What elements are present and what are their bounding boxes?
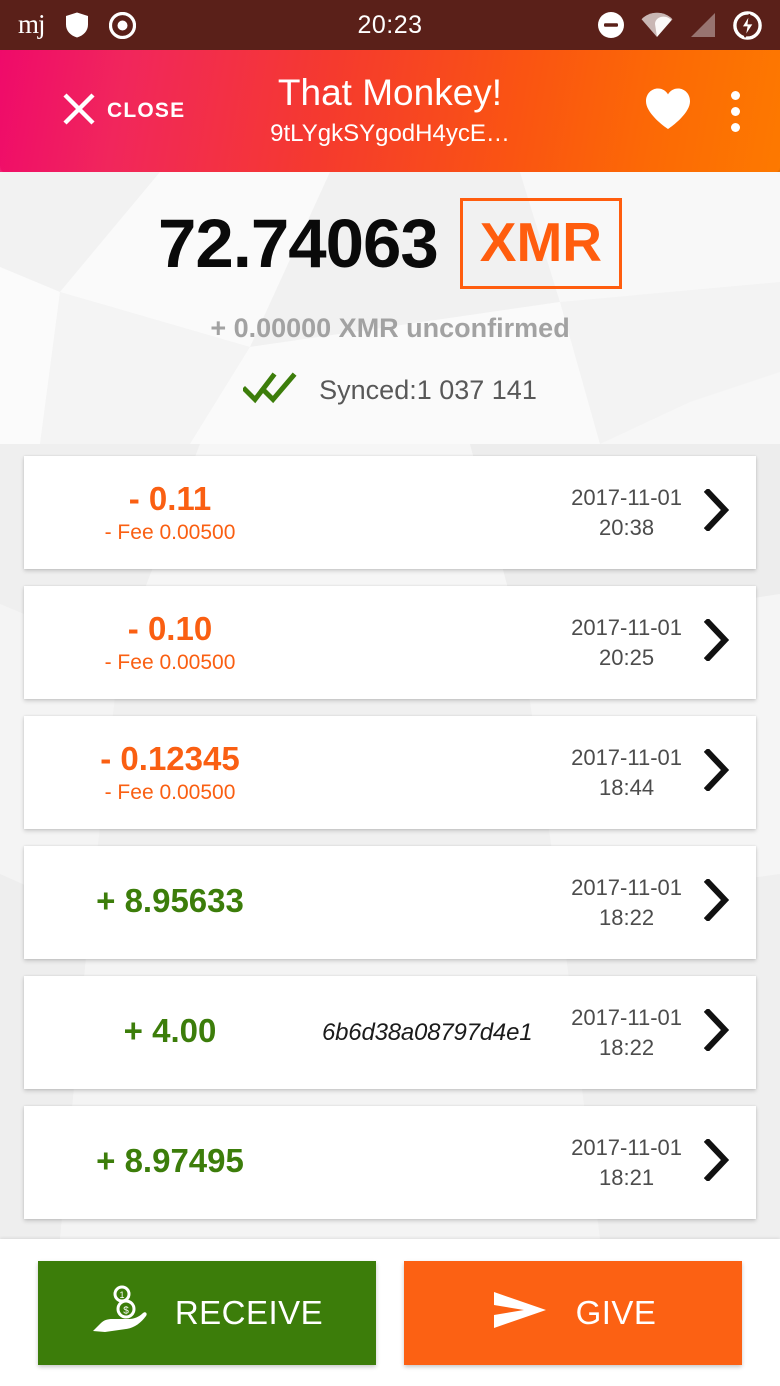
transaction-amount: - 0.11: [128, 480, 212, 518]
overflow-dot: [730, 106, 740, 116]
transaction-datetime: 2017-11-01 18:21: [571, 1133, 682, 1191]
status-bar-left-icons: mj: [18, 8, 136, 39]
chevron-right-icon: [703, 487, 730, 536]
overflow-dot: [730, 90, 740, 100]
cellular-signal-icon: [689, 12, 717, 38]
monerujo-logo-icon: mj: [18, 8, 45, 39]
shield-icon: [65, 12, 89, 38]
balance-amount: 72.74063: [157, 205, 439, 282]
transaction-row[interactable]: + 8.97495 2017-11-01 18:21: [24, 1106, 756, 1219]
transaction-amount-column: - 0.12345 - Fee 0.00500: [24, 740, 316, 805]
transaction-date: 2017-11-01: [571, 615, 682, 641]
transaction-time: 20:38: [599, 514, 655, 540]
app-toolbar: CLOSE That Monkey! 9tLYgkSYgodH4ycE…: [0, 50, 780, 172]
balance-row: 72.74063 XMR: [0, 198, 780, 289]
transaction-row[interactable]: + 4.00 6b6d38a08797d4e1 2017-11-01 18:22: [24, 976, 756, 1089]
transaction-datetime: 2017-11-01 18:44: [571, 743, 682, 801]
sync-status-row: Synced:1 037 141: [0, 372, 780, 409]
toolbar-actions: [644, 87, 752, 136]
transaction-amount: + 8.97495: [96, 1142, 244, 1180]
transaction-amount: - 0.12345: [100, 740, 240, 778]
transaction-list: - 0.11 - Fee 0.00500 2017-11-01 20:38 - …: [0, 456, 780, 1219]
transaction-payment-id: 6b6d38a08797d4e1: [322, 1018, 533, 1046]
chevron-right-icon: [703, 877, 730, 926]
double-check-icon: [241, 372, 297, 409]
close-button-label: CLOSE: [107, 99, 186, 122]
transaction-fee: - Fee 0.00500: [104, 650, 236, 674]
hand-coins-icon: 1 $: [91, 1285, 149, 1340]
transaction-amount-column: + 4.00: [24, 1012, 316, 1053]
transaction-date: 2017-11-01: [571, 1135, 682, 1161]
transaction-datetime: 2017-11-01 18:22: [571, 873, 682, 931]
transaction-amount-column: - 0.11 - Fee 0.00500: [24, 480, 316, 545]
do-not-disturb-icon: [597, 11, 625, 39]
give-button[interactable]: GIVE: [404, 1260, 742, 1365]
wifi-icon: [641, 12, 673, 38]
transaction-fee: - Fee 0.00500: [104, 520, 236, 544]
receive-button[interactable]: 1 $ RECEIVE: [38, 1260, 376, 1365]
battery-charging-icon: [733, 10, 762, 40]
svg-text:1: 1: [119, 1290, 124, 1300]
transaction-amount-column: + 8.97495: [24, 1142, 316, 1183]
transaction-amount-column: + 8.95633: [24, 882, 316, 923]
transaction-date: 2017-11-01: [571, 875, 682, 901]
receive-button-label: RECEIVE: [174, 1293, 324, 1331]
close-icon: [62, 92, 96, 131]
status-bar-right-icons: [597, 10, 762, 40]
sync-status-text: Synced:1 037 141: [319, 375, 537, 405]
transaction-amount: - 0.10: [127, 610, 213, 648]
svg-text:$: $: [123, 1306, 129, 1317]
overflow-menu-icon[interactable]: [718, 87, 752, 136]
transaction-time: 18:22: [599, 1034, 655, 1060]
chevron-right-icon: [703, 1137, 730, 1186]
transaction-row[interactable]: + 8.95633 2017-11-01 18:22: [24, 846, 756, 959]
currency-badge[interactable]: XMR: [459, 198, 623, 289]
status-bar: mj 20:23: [0, 0, 780, 50]
transaction-amount-column: - 0.10 - Fee 0.00500: [24, 610, 316, 675]
transaction-list-scroll[interactable]: - 0.11 - Fee 0.00500 2017-11-01 20:38 - …: [0, 444, 780, 1239]
transaction-date: 2017-11-01: [571, 745, 682, 771]
chevron-right-icon: [703, 617, 730, 666]
transaction-row[interactable]: - 0.11 - Fee 0.00500 2017-11-01 20:38: [24, 456, 756, 569]
balance-panel: 72.74063 XMR + 0.00000 XMR unconfirmed S…: [0, 172, 780, 444]
transaction-amount: + 4.00: [123, 1012, 217, 1050]
transaction-datetime: 2017-11-01 18:22: [571, 1003, 682, 1061]
bottom-action-bar: 1 $ RECEIVE GIVE: [0, 1239, 780, 1386]
chevron-right-icon: [703, 747, 730, 796]
transaction-row[interactable]: - 0.10 - Fee 0.00500 2017-11-01 20:25: [24, 586, 756, 699]
transaction-date: 2017-11-01: [571, 485, 682, 511]
transaction-row[interactable]: - 0.12345 - Fee 0.00500 2017-11-01 18:44: [24, 716, 756, 829]
transaction-datetime: 2017-11-01 20:38: [571, 483, 682, 541]
send-arrow-icon: [490, 1287, 550, 1338]
overflow-dot: [730, 122, 740, 132]
transaction-amount: + 8.95633: [96, 882, 244, 920]
close-button[interactable]: CLOSE: [62, 92, 185, 131]
transaction-time: 20:25: [599, 644, 655, 670]
transaction-time: 18:22: [599, 904, 655, 930]
transaction-fee: - Fee 0.00500: [104, 780, 236, 804]
transaction-time: 18:21: [599, 1164, 655, 1190]
transaction-date: 2017-11-01: [571, 1005, 682, 1031]
record-circle-icon: [108, 11, 136, 39]
chevron-right-icon: [703, 1007, 730, 1056]
transaction-time: 18:44: [599, 774, 655, 800]
give-button-label: GIVE: [575, 1293, 657, 1331]
heart-icon[interactable]: [644, 87, 692, 136]
transaction-datetime: 2017-11-01 20:25: [571, 613, 682, 671]
unconfirmed-balance: + 0.00000 XMR unconfirmed: [210, 313, 570, 343]
